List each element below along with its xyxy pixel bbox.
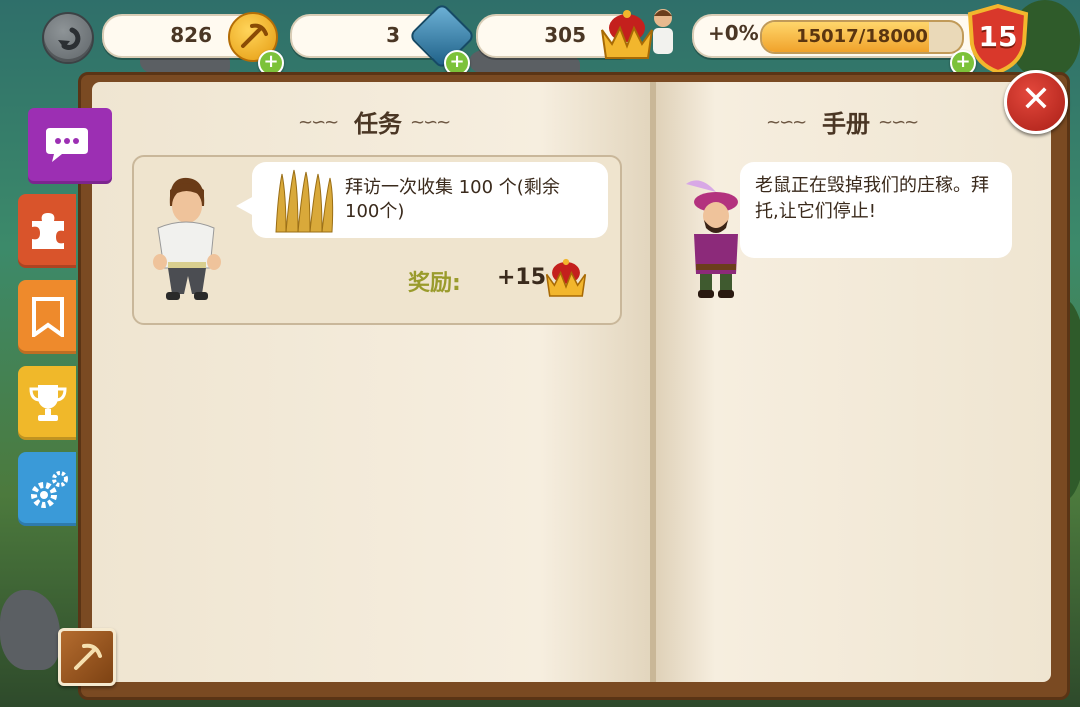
background-rock bbox=[0, 590, 60, 670]
villager-avatar-icon bbox=[653, 9, 673, 54]
puzzle-tab[interactable] bbox=[18, 194, 76, 268]
chat-tab[interactable] bbox=[28, 108, 112, 184]
crown-icon bbox=[545, 258, 587, 297]
back-button[interactable] bbox=[42, 12, 94, 64]
xp-progress-bar: 15017/18000 bbox=[760, 20, 964, 54]
bookmark-tab[interactable] bbox=[18, 280, 76, 354]
xp-percent: +0% bbox=[708, 21, 759, 45]
title-ornament-left: ~∽~ bbox=[766, 112, 807, 133]
manual-title: 手册 bbox=[822, 110, 870, 138]
settings-tab[interactable] bbox=[18, 452, 76, 526]
puzzle-icon bbox=[32, 213, 64, 249]
close-icon: ✕ bbox=[1020, 79, 1052, 120]
gears-icon bbox=[31, 471, 68, 508]
chat-bubble-icon bbox=[46, 128, 88, 162]
quest-speech-bubble-tail bbox=[236, 196, 254, 216]
player-level: 15 bbox=[978, 20, 1018, 53]
gems-value: 3 bbox=[386, 23, 400, 47]
quests-title: 任务 bbox=[354, 110, 402, 138]
manual-message: 老鼠正在毁掉我们的庄稼。拜托,让它们停止! bbox=[755, 175, 989, 222]
coins-value: 826 bbox=[170, 23, 212, 47]
bookmark-icon bbox=[32, 297, 64, 337]
crowns-value: 305 bbox=[544, 23, 586, 47]
quest-description: 拜访一次收集 100 个(剩余 100个) bbox=[345, 177, 560, 222]
xp-progress-text: 15017/18000 bbox=[796, 26, 928, 47]
title-ornament-right: ~∽~ bbox=[878, 112, 919, 133]
title-ornament-right: ~∽~ bbox=[410, 112, 451, 133]
close-button[interactable]: ✕ bbox=[1004, 70, 1068, 134]
reward-label: 奖励: bbox=[408, 271, 461, 296]
title-ornament-left: ~∽~ bbox=[298, 112, 339, 133]
trophy-icon bbox=[29, 385, 67, 421]
wheat-icon bbox=[275, 169, 334, 233]
pickaxe-book-icon bbox=[74, 643, 102, 670]
farmer-character-icon bbox=[153, 177, 221, 300]
reward-value: +15 bbox=[497, 265, 547, 290]
quest-book-button[interactable] bbox=[58, 628, 116, 686]
back-arrow-icon bbox=[58, 27, 81, 50]
trophy-tab[interactable] bbox=[18, 366, 76, 440]
